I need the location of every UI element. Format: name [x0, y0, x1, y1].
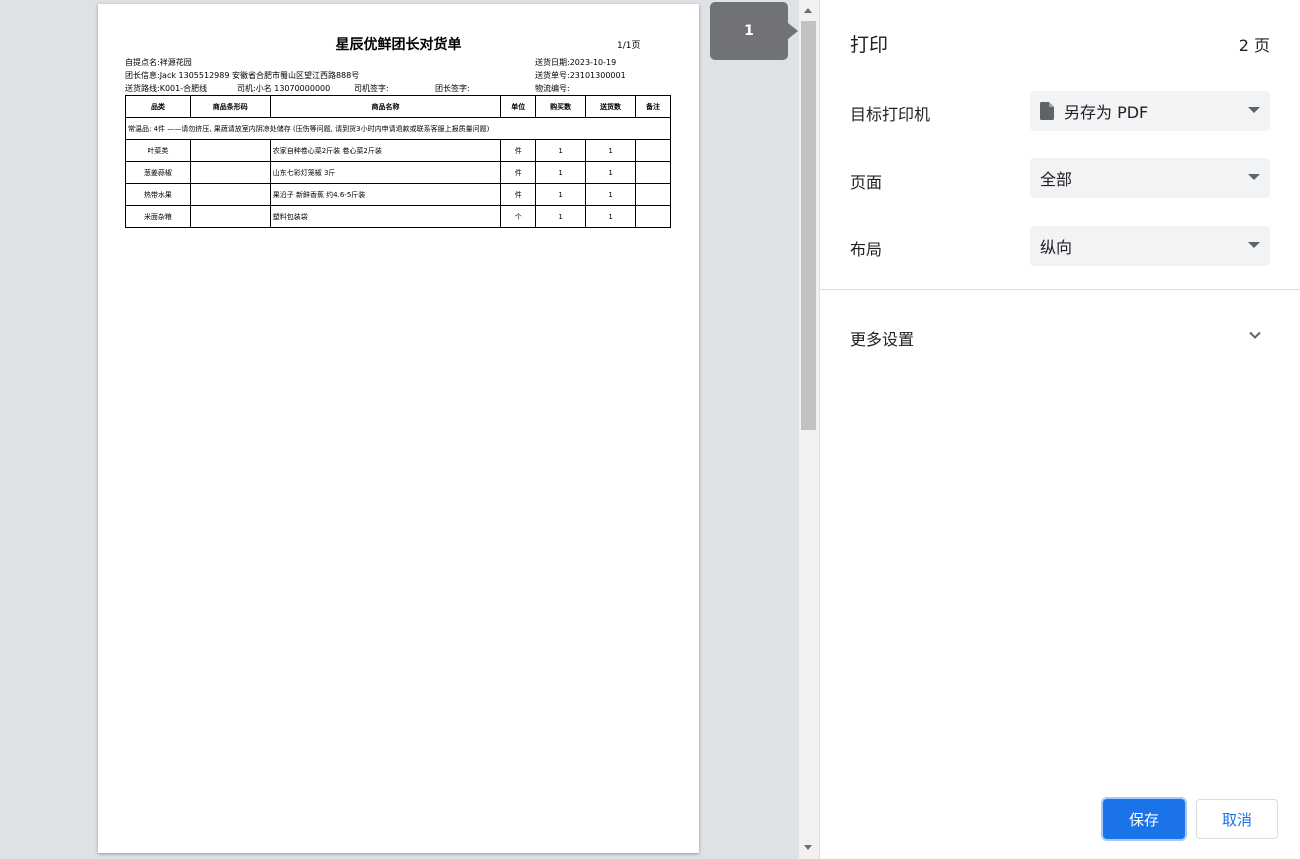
- leader-info: 团长信息:Jack 1305512989 安徽省合肥市蜀山区望江西路888号: [125, 71, 360, 80]
- driver-signature: 司机签字:: [354, 84, 389, 93]
- delivery-number: 送货单号:23101300001: [535, 71, 626, 80]
- category-cell: 叶菜类: [125, 139, 191, 162]
- category-cell: 热带水果: [125, 183, 191, 206]
- bought-cell: 1: [535, 139, 587, 162]
- barcode-cell: [189, 161, 271, 184]
- table-row: 米面杂粮 塑料包装袋 个 1 1: [125, 205, 671, 228]
- remark-cell: [635, 161, 671, 184]
- delivered-cell: 1: [585, 139, 636, 162]
- product-name-cell: 塑料包装袋: [269, 205, 502, 228]
- unit-cell: 件: [500, 183, 537, 206]
- cancel-button[interactable]: 取消: [1196, 799, 1278, 839]
- table-row: 热带水果 果沿子 新鲜香蕉 约4.6-5斤装 件 1 1: [125, 183, 671, 206]
- note-cell: 常温品: 4件 ——请勿挤压, 果蔬请放室内阴凉处储存 (压伤等问题, 请到货3…: [125, 117, 671, 140]
- remark-cell: [635, 205, 671, 228]
- table-header: 单位: [500, 95, 537, 118]
- barcode-cell: [189, 183, 271, 206]
- page-thumbnail[interactable]: 1: [710, 2, 788, 60]
- section-divider: [820, 289, 1300, 290]
- remark-cell: [635, 139, 671, 162]
- destination-select[interactable]: 另存为 PDF: [1030, 91, 1270, 131]
- pages-label: 页面: [850, 173, 883, 192]
- chevron-down-icon[interactable]: [1248, 328, 1262, 342]
- bought-cell: 1: [535, 161, 587, 184]
- bought-cell: 1: [535, 205, 587, 228]
- more-settings-toggle[interactable]: 更多设置: [850, 326, 914, 350]
- delivered-cell: 1: [585, 183, 636, 206]
- dropdown-arrow-icon: [1248, 174, 1260, 180]
- layout-label: 布局: [850, 240, 883, 259]
- leader-signature: 团长签字:: [435, 84, 470, 93]
- delivered-cell: 1: [585, 161, 636, 184]
- table-header: 购买数: [535, 95, 587, 118]
- remark-cell: [635, 183, 671, 206]
- delivery-date: 送货日期:2023-10-19: [535, 58, 617, 67]
- product-name-cell: 农家自种卷心菜2斤装 卷心菜2斤装: [269, 139, 502, 162]
- table-header: 备注: [635, 95, 671, 118]
- pages-value: 全部: [1040, 170, 1073, 189]
- category-cell: 葱姜蒜椒: [125, 161, 191, 184]
- category-cell: 米面杂粮: [125, 205, 191, 228]
- scroll-up-arrow-icon[interactable]: [804, 8, 812, 13]
- barcode-cell: [189, 139, 271, 162]
- table-header: 品类: [125, 95, 191, 118]
- layout-value: 纵向: [1040, 238, 1073, 257]
- unit-cell: 件: [500, 161, 537, 184]
- panel-title: 打印: [850, 34, 889, 56]
- table-note-row: 常温品: 4件 ——请勿挤压, 果蔬请放室内阴凉处储存 (压伤等问题, 请到货3…: [125, 117, 671, 140]
- thumbnail-pointer-icon: [788, 23, 798, 39]
- table-header-row: 品类 商品条形码 商品名称 单位 购买数 送货数 备注: [125, 95, 671, 118]
- destination-value: 另存为 PDF: [1064, 103, 1149, 122]
- file-icon: [1040, 102, 1054, 120]
- logistics-number: 物流编号:: [535, 84, 570, 93]
- goods-table: 品类 商品条形码 商品名称 单位 购买数 送货数 备注 常温品: 4件 ——请勿…: [125, 95, 671, 228]
- print-settings-panel: 打印 2 页 目标打印机 另存为 PDF 页面 全部 布局 纵向 更多设置 保存…: [820, 0, 1300, 859]
- dropdown-arrow-icon: [1248, 242, 1260, 248]
- delivery-route: 送货路线:K001-合肥线: [125, 84, 208, 93]
- dropdown-arrow-icon: [1248, 107, 1260, 113]
- table-header: 商品名称: [269, 95, 502, 118]
- layout-select[interactable]: 纵向: [1030, 226, 1270, 266]
- table-row: 葱姜蒜椒 山东七彩灯笼椒 3斤 件 1 1: [125, 161, 671, 184]
- sheet-count: 2 页: [1238, 36, 1270, 55]
- driver-info: 司机:小名 13070000000: [237, 84, 331, 93]
- barcode-cell: [189, 205, 271, 228]
- pages-select[interactable]: 全部: [1030, 158, 1270, 198]
- print-preview-area: 星辰优鲜团长对货单 1/1页 自提点名:祥源花园 团长信息:Jack 13055…: [0, 0, 819, 859]
- document-page-number: 1/1页: [617, 41, 641, 51]
- unit-cell: 个: [500, 205, 537, 228]
- product-name-cell: 山东七彩灯笼椒 3斤: [269, 161, 502, 184]
- table-header: 商品条形码: [189, 95, 271, 118]
- unit-cell: 件: [500, 139, 537, 162]
- preview-scrollbar[interactable]: [799, 0, 819, 859]
- table-row: 叶菜类 农家自种卷心菜2斤装 卷心菜2斤装 件 1 1: [125, 139, 671, 162]
- delivered-cell: 1: [585, 205, 636, 228]
- save-button[interactable]: 保存: [1103, 799, 1185, 839]
- destination-label: 目标打印机: [850, 105, 931, 124]
- table-header: 送货数: [585, 95, 636, 118]
- pickup-point: 自提点名:祥源花园: [125, 58, 192, 67]
- document-title: 星辰优鲜团长对货单: [335, 37, 462, 53]
- product-name-cell: 果沿子 新鲜香蕉 约4.6-5斤装: [269, 183, 502, 206]
- scroll-down-arrow-icon[interactable]: [804, 845, 812, 850]
- preview-page: 星辰优鲜团长对货单 1/1页 自提点名:祥源花园 团长信息:Jack 13055…: [98, 4, 699, 853]
- scrollbar-thumb[interactable]: [801, 21, 816, 430]
- bought-cell: 1: [535, 183, 587, 206]
